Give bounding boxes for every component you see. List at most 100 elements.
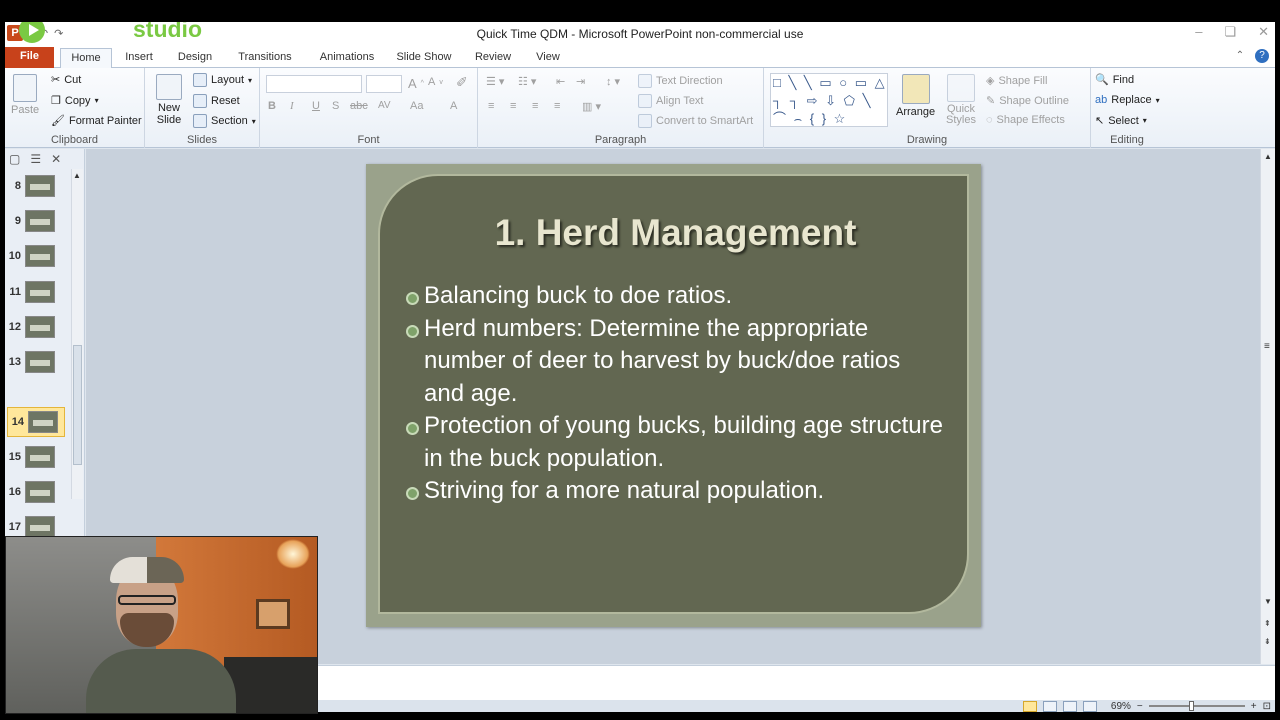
scrollbar-grip-icon[interactable]: ≡ bbox=[1264, 341, 1270, 352]
clipboard-label: Clipboard bbox=[50, 134, 99, 146]
shadow-button[interactable]: S bbox=[332, 100, 339, 112]
tab-slide-show[interactable]: Slide Show bbox=[394, 48, 454, 68]
canvas-scrollbar[interactable]: ▲ ≡ ▼ ⇞ ⇟ bbox=[1260, 149, 1275, 664]
increase-indent-button[interactable]: ⇥ bbox=[576, 75, 585, 88]
strikethrough-button[interactable]: abc bbox=[350, 100, 368, 112]
reset-button[interactable]: Reset bbox=[193, 94, 240, 108]
align-text-button[interactable]: Align Text bbox=[638, 94, 704, 108]
grow-font-icon[interactable]: A ^ bbox=[408, 76, 424, 91]
align-right-button[interactable]: ≡ bbox=[532, 100, 538, 112]
slide-thumbnail-selected[interactable]: 14 bbox=[7, 407, 65, 437]
tab-insert[interactable]: Insert bbox=[119, 48, 159, 68]
zoom-slider[interactable] bbox=[1148, 701, 1245, 711]
font-name-combo[interactable] bbox=[266, 75, 362, 93]
drawing-group: □ ╲ ╲ ▭ ○ ▭ △ ┐ ┐ ⇨ ⇩ ⬠ ╲ ⌒ ⌢ { } ☆ Arra… bbox=[764, 68, 1091, 148]
paintbrush-icon: 🖌 bbox=[51, 115, 65, 127]
zoom-in-button[interactable]: + bbox=[1251, 701, 1257, 712]
font-size-combo[interactable] bbox=[366, 75, 402, 93]
tab-animations[interactable]: Animations bbox=[312, 48, 382, 68]
slide-thumbnail[interactable]: 10 bbox=[5, 241, 69, 271]
collapse-ribbon-icon[interactable]: ⌃ bbox=[1233, 49, 1247, 63]
change-case-button[interactable]: Aa bbox=[410, 100, 423, 112]
cut-label: Cut bbox=[64, 73, 82, 86]
tab-view[interactable]: View bbox=[531, 48, 565, 68]
format-painter-button[interactable]: 🖌 Format Painter bbox=[51, 114, 142, 128]
italic-button[interactable]: I bbox=[290, 100, 294, 112]
font-color-button[interactable]: A bbox=[450, 100, 457, 112]
tab-design[interactable]: Design bbox=[173, 48, 217, 68]
bullet-list[interactable]: Balancing buck to doe ratios. Herd numbe… bbox=[406, 280, 946, 508]
slide[interactable]: 1. Herd Management Balancing buck to doe… bbox=[366, 164, 981, 627]
scrollbar-thumb[interactable] bbox=[73, 345, 82, 465]
quick-styles-button[interactable]: Quick Styles bbox=[944, 74, 978, 126]
slide-thumbnail[interactable]: 13 bbox=[5, 347, 69, 377]
underline-button[interactable]: U bbox=[312, 100, 320, 112]
layout-button[interactable]: Layout ▾ bbox=[193, 73, 252, 87]
tab-home[interactable]: Home bbox=[60, 48, 112, 68]
help-icon[interactable]: ? bbox=[1255, 49, 1269, 63]
cut-button[interactable]: ✂ Cut bbox=[51, 73, 82, 87]
fit-to-window-icon[interactable]: ⊡ bbox=[1263, 701, 1271, 712]
new-slide-button[interactable]: New Slide bbox=[151, 74, 187, 126]
paste-button[interactable]: Paste bbox=[11, 74, 39, 116]
text-direction-button[interactable]: Text Direction bbox=[638, 74, 723, 88]
replace-button[interactable]: ab Replace ▾ bbox=[1095, 94, 1160, 106]
scroll-down-icon[interactable]: ▼ bbox=[1264, 597, 1272, 606]
slide-sorter-button[interactable] bbox=[1042, 700, 1057, 712]
bullets-button[interactable]: ☰ ▾ bbox=[486, 75, 504, 88]
line-spacing-button[interactable]: ↕ ▾ bbox=[606, 75, 620, 88]
convert-smartart-button[interactable]: Convert to SmartArt bbox=[638, 114, 753, 128]
zoom-level[interactable]: 69% bbox=[1111, 701, 1131, 712]
close-button[interactable]: ✕ bbox=[1258, 24, 1269, 40]
scroll-up-icon[interactable]: ▲ bbox=[1264, 152, 1272, 161]
shapes-gallery[interactable]: □ ╲ ╲ ▭ ○ ▭ △ ┐ ┐ ⇨ ⇩ ⬠ ╲ ⌒ ⌢ { } ☆ bbox=[770, 73, 888, 127]
zoom-slider-knob[interactable] bbox=[1188, 701, 1194, 711]
copy-button[interactable]: ❐ Copy ▾ bbox=[51, 94, 99, 108]
align-center-button[interactable]: ≡ bbox=[510, 100, 516, 112]
normal-view-button[interactable] bbox=[1022, 700, 1037, 712]
slide-thumbnail[interactable]: 16 bbox=[5, 477, 69, 507]
bold-button[interactable]: B bbox=[268, 100, 276, 112]
shape-effects-button[interactable]: ◌ Shape Effects bbox=[986, 114, 1065, 126]
outline-tab-icon[interactable]: ☰ bbox=[30, 152, 41, 166]
numbering-button[interactable]: ☷ ▾ bbox=[518, 75, 536, 88]
ribbon-tabs: File Home Insert Design Transitions Anim… bbox=[5, 46, 1275, 68]
shape-fill-button[interactable]: ◈ Shape Fill bbox=[986, 74, 1047, 88]
arrange-button[interactable]: Arrange bbox=[896, 74, 935, 118]
slide-thumbnail[interactable]: 9 bbox=[5, 206, 69, 236]
shape-outline-button[interactable]: ✎ Shape Outline bbox=[986, 94, 1069, 108]
shrink-font-icon[interactable]: Av bbox=[428, 76, 443, 88]
clear-formatting-icon[interactable]: ✐ bbox=[456, 74, 468, 91]
select-icon: ↖ bbox=[1095, 115, 1105, 127]
next-slide-icon[interactable]: ⇟ bbox=[1264, 637, 1271, 646]
select-button[interactable]: ↖ Select ▾ bbox=[1095, 114, 1147, 128]
close-panel-icon[interactable]: ✕ bbox=[51, 152, 61, 166]
find-button[interactable]: 🔍 Find bbox=[1095, 73, 1134, 87]
tab-review[interactable]: Review bbox=[472, 48, 514, 68]
find-icon: 🔍 bbox=[1095, 74, 1109, 86]
decrease-indent-button[interactable]: ⇤ bbox=[556, 75, 565, 88]
thumbnail-number: 14 bbox=[11, 416, 24, 428]
slide-title[interactable]: 1. Herd Management bbox=[380, 212, 971, 254]
slide-thumbnail[interactable]: 15 bbox=[5, 442, 69, 472]
reading-view-button[interactable] bbox=[1062, 700, 1077, 712]
slide-thumbnail[interactable]: 11 bbox=[5, 277, 69, 307]
columns-button[interactable]: ▥ ▾ bbox=[582, 100, 601, 113]
help-area: ⌃ ? bbox=[1233, 49, 1269, 63]
thumbnail-scrollbar[interactable]: ▲ bbox=[71, 169, 83, 499]
section-button[interactable]: Section ▾ bbox=[193, 114, 256, 128]
slide-thumbnail[interactable]: 12 bbox=[5, 312, 69, 342]
align-left-button[interactable]: ≡ bbox=[488, 100, 494, 112]
zoom-out-button[interactable]: − bbox=[1137, 701, 1143, 712]
restore-button[interactable]: ❏ bbox=[1224, 24, 1236, 40]
scroll-up-icon[interactable]: ▲ bbox=[73, 171, 81, 180]
slides-tab-icon[interactable]: ▢ bbox=[9, 152, 20, 166]
tab-file[interactable]: File bbox=[5, 47, 54, 68]
minimize-button[interactable]: – bbox=[1195, 24, 1202, 40]
slide-show-button[interactable] bbox=[1082, 700, 1097, 712]
character-spacing-button[interactable]: AV bbox=[378, 100, 391, 111]
tab-transitions[interactable]: Transitions bbox=[233, 48, 297, 68]
justify-button[interactable]: ≡ bbox=[554, 100, 560, 112]
previous-slide-icon[interactable]: ⇞ bbox=[1264, 619, 1271, 628]
slide-thumbnail[interactable]: 8 bbox=[5, 171, 69, 201]
